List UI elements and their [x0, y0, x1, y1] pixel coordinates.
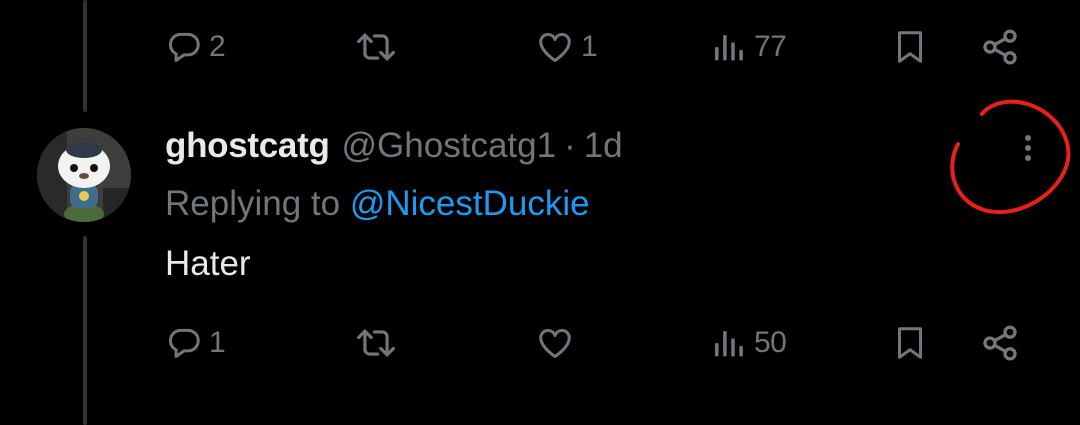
view-count: 50: [754, 326, 787, 359]
heart-icon: [535, 324, 575, 362]
retweet-icon: [355, 28, 397, 66]
share-icon: [980, 323, 1020, 363]
red-annotation-circle: [950, 99, 1071, 214]
replying-to-prefix: Replying to: [165, 184, 350, 223]
avatar[interactable]: [37, 128, 131, 222]
tweet-action-bar: 1 50: [165, 316, 1035, 370]
header-separator: ·: [564, 126, 576, 165]
bookmark-icon: [892, 27, 928, 67]
reply-count: 1: [209, 326, 226, 359]
tweet-header: ghostcatg @Ghostcatg1 · 1d: [165, 122, 623, 170]
more-options-button[interactable]: [1010, 132, 1046, 168]
reply-count: 2: [209, 30, 226, 63]
like-button[interactable]: [535, 316, 581, 370]
bookmark-button[interactable]: [892, 316, 928, 370]
replying-to-line: Replying to @NicestDuckie: [165, 180, 590, 228]
thread-line-top: [83, 0, 87, 112]
like-count: 1: [581, 30, 598, 63]
views-button[interactable]: 77: [712, 20, 787, 74]
display-name[interactable]: ghostcatg: [165, 122, 330, 170]
reply-button[interactable]: 2: [165, 20, 226, 74]
thread-line-bottom: [83, 236, 87, 425]
reply-button[interactable]: 1: [165, 316, 226, 370]
retweet-button[interactable]: [355, 316, 403, 370]
more-vertical-icon: [1022, 130, 1034, 171]
share-button[interactable]: [980, 316, 1020, 370]
heart-icon: [535, 28, 575, 66]
reply-icon: [165, 28, 203, 66]
replying-to-mention[interactable]: @NicestDuckie: [350, 184, 590, 223]
share-icon: [980, 27, 1020, 67]
user-handle[interactable]: @Ghostcatg1: [342, 122, 557, 170]
views-button[interactable]: 50: [712, 316, 787, 370]
previous-tweet-action-bar: 2 1 77: [165, 20, 1035, 74]
share-button[interactable]: [980, 20, 1020, 74]
reply-icon: [165, 324, 203, 362]
retweet-icon: [355, 324, 397, 362]
retweet-button[interactable]: [355, 20, 403, 74]
bookmark-icon: [892, 323, 928, 363]
timestamp[interactable]: 1d: [584, 122, 623, 170]
tweet-text: Hater: [165, 244, 251, 283]
view-count: 77: [754, 30, 787, 63]
avatar-figure-icon: [37, 128, 131, 222]
views-bar-chart-icon: [712, 324, 748, 362]
views-bar-chart-icon: [712, 28, 748, 66]
bookmark-button[interactable]: [892, 20, 928, 74]
like-button[interactable]: 1: [535, 20, 598, 74]
